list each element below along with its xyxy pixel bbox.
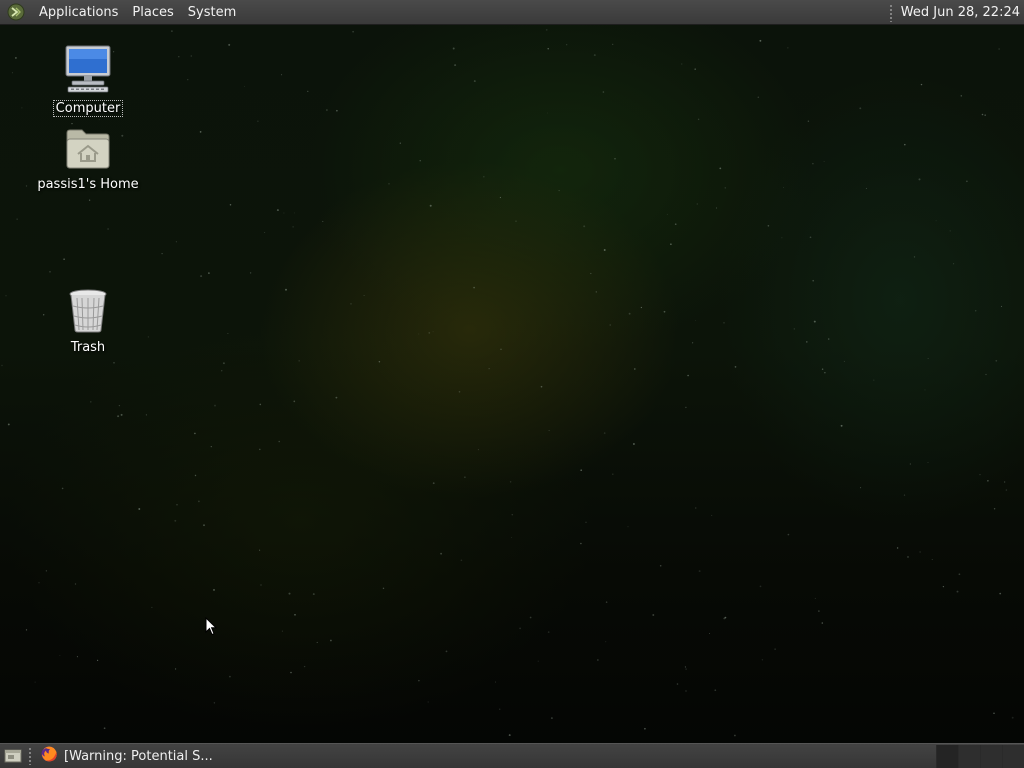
- places-menu[interactable]: Places: [125, 0, 180, 25]
- firefox-icon: [40, 745, 58, 767]
- desktop-icon-label: passis1's Home: [37, 177, 139, 192]
- mouse-cursor-icon: [205, 616, 218, 640]
- bottom-panel: [Warning: Potential S...: [0, 743, 1024, 768]
- panel-handle[interactable]: [28, 747, 32, 765]
- clock-area: Wed Jun 28, 22:24: [888, 0, 1024, 25]
- workspace-3[interactable]: [980, 745, 1002, 768]
- mate-logo-icon[interactable]: [6, 2, 26, 22]
- taskbar-button-label: [Warning: Potential S...: [64, 748, 213, 764]
- wallpaper-stars: [1, 29, 1014, 737]
- computer-icon: [62, 44, 114, 98]
- panel-handle[interactable]: [888, 3, 893, 22]
- desktop-icon-home[interactable]: passis1's Home: [33, 127, 143, 192]
- taskbar-button-firefox[interactable]: [Warning: Potential S...: [36, 745, 219, 768]
- trash-icon: [67, 288, 109, 338]
- system-menu[interactable]: System: [181, 0, 243, 25]
- desktop-icon-label: Computer: [52, 100, 124, 117]
- applications-menu[interactable]: Applications: [32, 0, 125, 25]
- desktop-icon-trash[interactable]: Trash: [33, 288, 143, 355]
- workspace-2[interactable]: [958, 745, 980, 768]
- show-desktop-icon[interactable]: [2, 745, 24, 767]
- workspace-4[interactable]: [1002, 745, 1024, 768]
- clock[interactable]: Wed Jun 28, 22:24: [901, 5, 1024, 20]
- desktop-icon-label: Trash: [70, 340, 106, 355]
- home-folder-icon: [64, 127, 112, 175]
- desktop-icon-computer[interactable]: Computer: [33, 44, 143, 117]
- top-panel: Applications Places System Wed Jun 28, 2…: [0, 0, 1024, 25]
- workspace-switcher: [936, 745, 1024, 768]
- workspace-1[interactable]: [936, 745, 958, 768]
